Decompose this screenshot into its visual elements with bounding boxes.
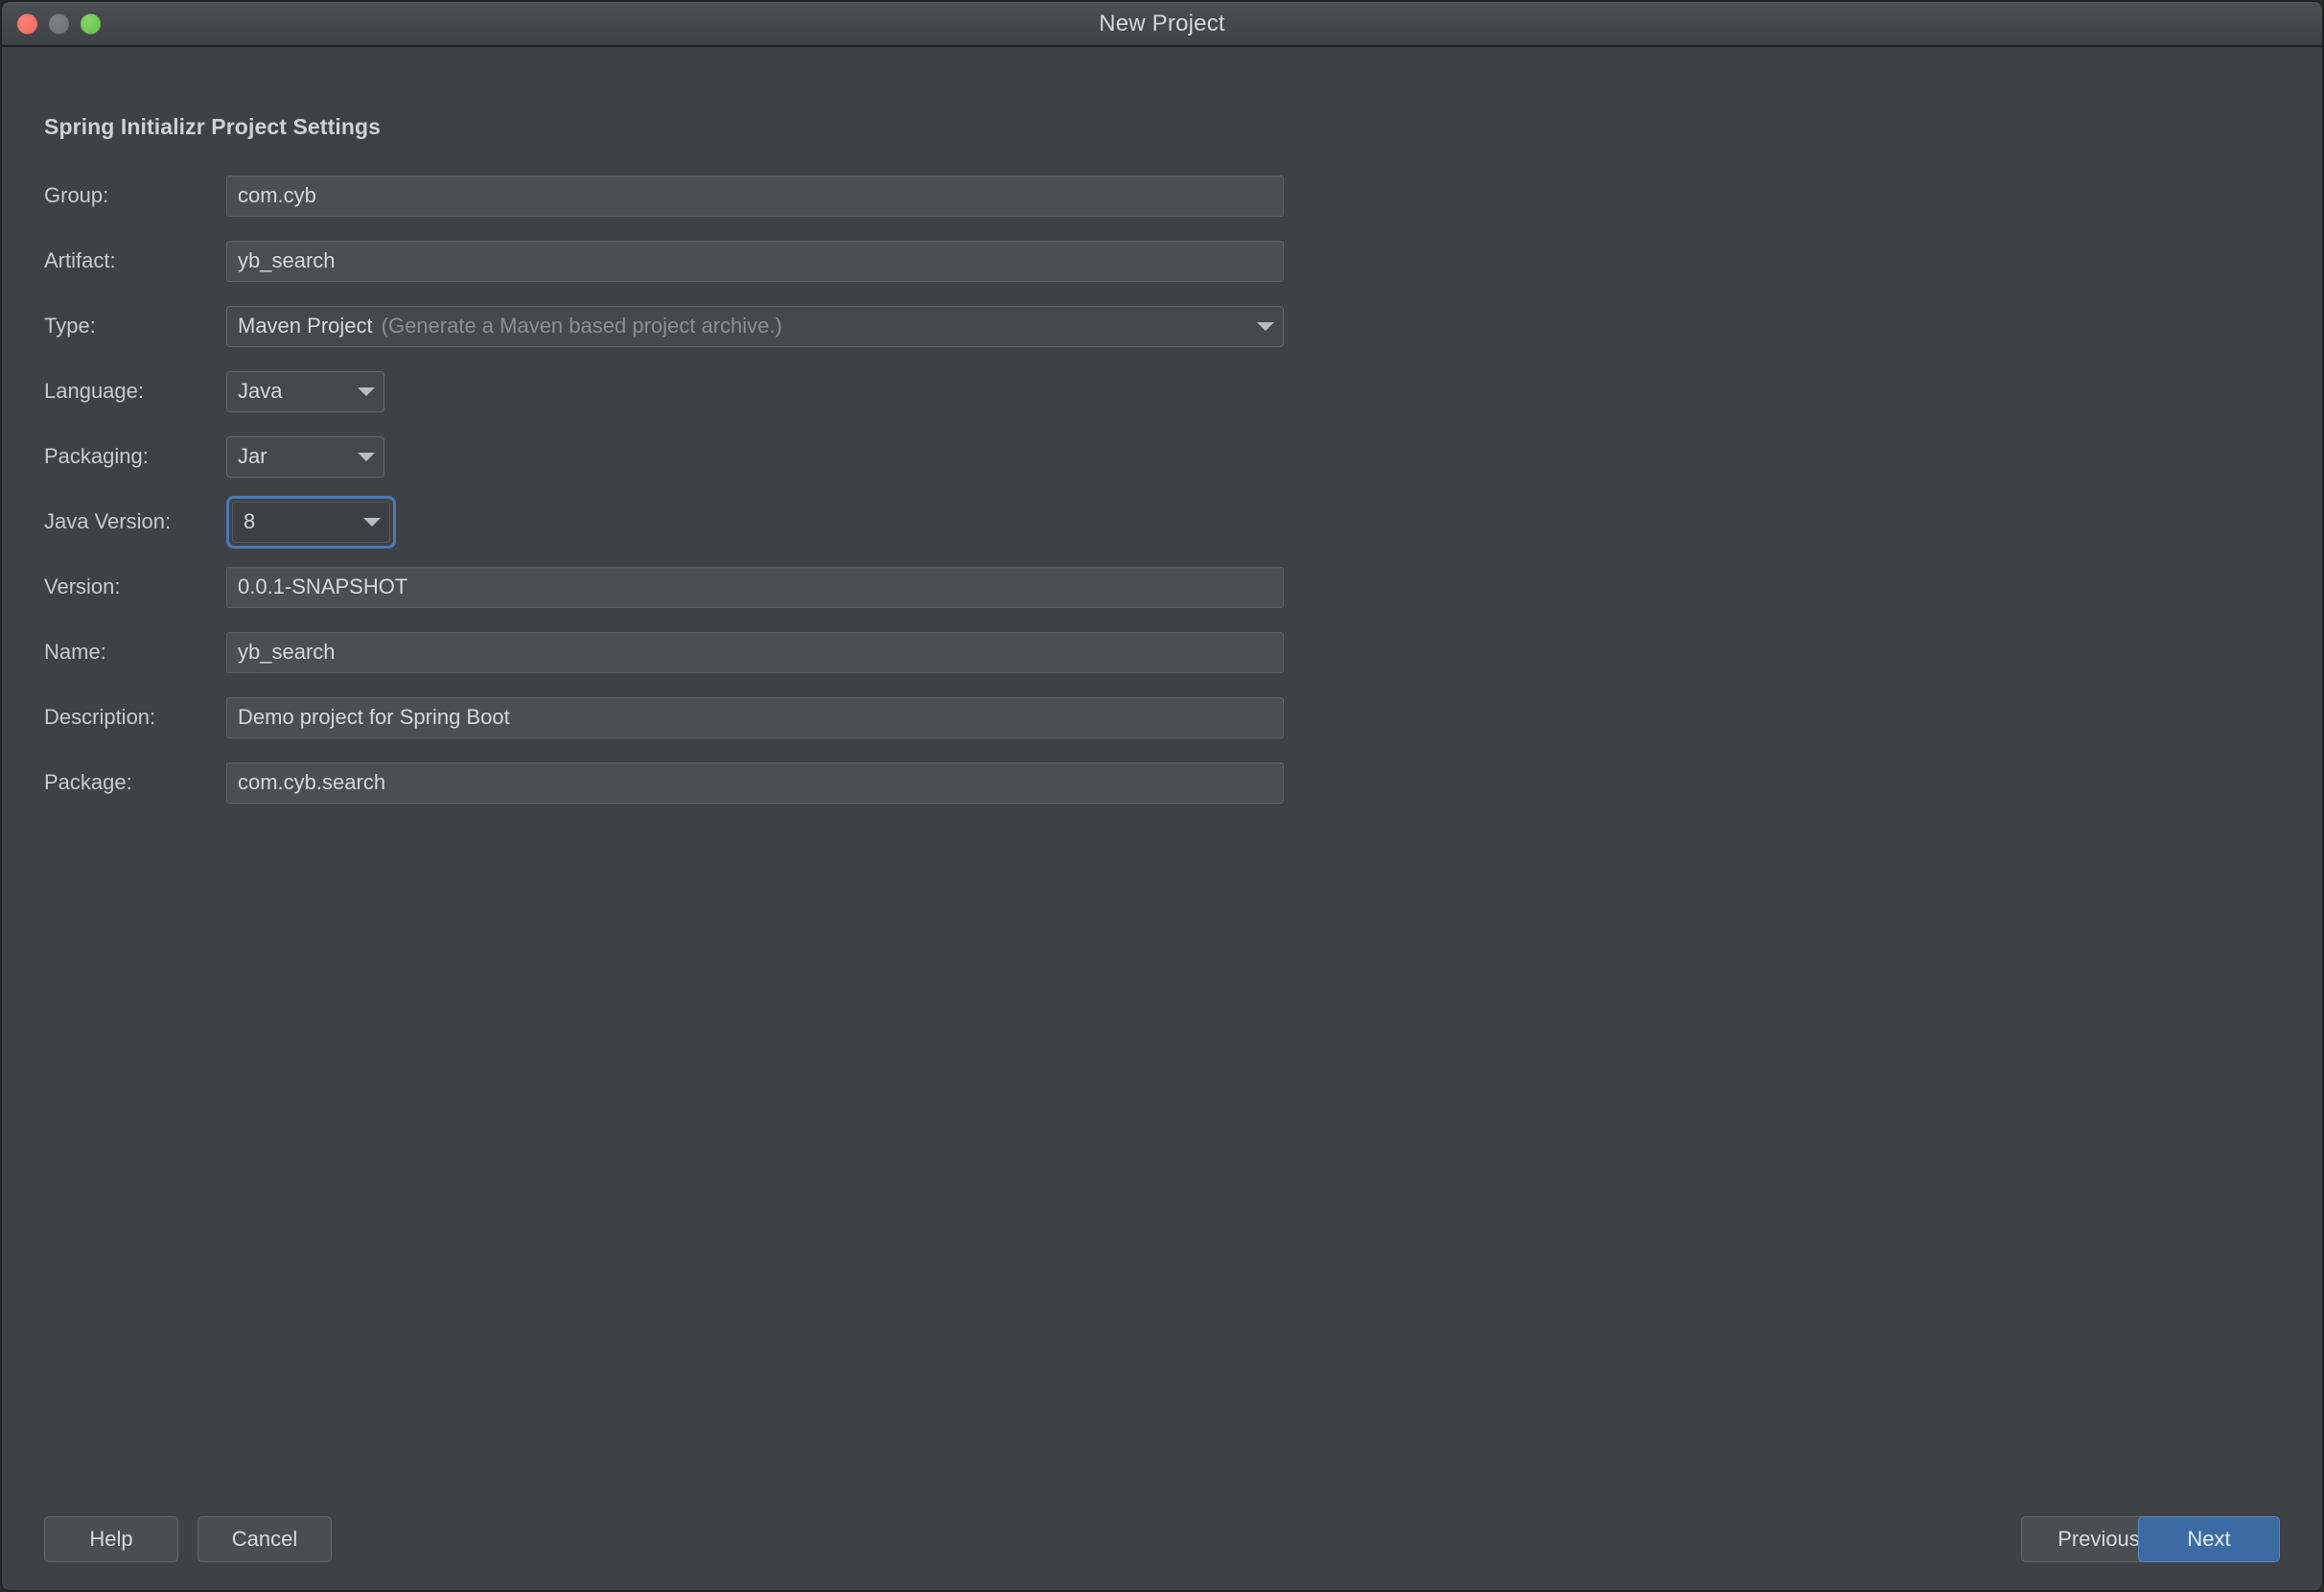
dialog-body: Spring Initializr Project Settings Group…	[2, 47, 2322, 1590]
project-settings-form: Group: com.cyb Artifact: yb_search Type:…	[44, 172, 1290, 824]
window-controls	[17, 13, 101, 34]
version-input[interactable]: 0.0.1-SNAPSHOT	[226, 566, 1284, 608]
artifact-value: yb_search	[238, 248, 336, 272]
dialog-footer: Help Cancel Previous Next	[2, 1489, 2322, 1590]
form-row-packaging: Packaging: Jar	[44, 433, 1290, 480]
type-hint: (Generate a Maven based project archive.…	[381, 314, 782, 338]
form-row-name: Name: yb_search	[44, 628, 1290, 676]
chevron-down-icon	[1257, 321, 1274, 331]
artifact-input[interactable]: yb_search	[226, 240, 1284, 282]
description-label: Description:	[44, 705, 156, 729]
form-row-version: Version: 0.0.1-SNAPSHOT	[44, 563, 1290, 611]
form-row-language: Language: Java	[44, 367, 1290, 415]
form-row-artifact: Artifact: yb_search	[44, 237, 1290, 285]
version-label: Version:	[44, 574, 121, 598]
description-value: Demo project for Spring Boot	[238, 705, 510, 729]
chevron-down-icon	[363, 517, 381, 527]
name-input[interactable]: yb_search	[226, 631, 1284, 673]
group-value: com.cyb	[238, 183, 316, 207]
next-button[interactable]: Next	[2138, 1516, 2280, 1562]
package-input[interactable]: com.cyb.search	[226, 761, 1284, 804]
language-select[interactable]: Java	[226, 370, 384, 412]
form-row-type: Type: Maven Project (Generate a Maven ba…	[44, 302, 1290, 350]
close-window-icon[interactable]	[17, 13, 37, 34]
chevron-down-icon	[358, 452, 375, 461]
form-row-description: Description: Demo project for Spring Boo…	[44, 693, 1290, 741]
name-value: yb_search	[238, 640, 336, 664]
group-input[interactable]: com.cyb	[226, 175, 1284, 217]
help-button[interactable]: Help	[44, 1516, 178, 1562]
package-label: Package:	[44, 770, 132, 794]
java-version-label: Java Version:	[44, 509, 172, 533]
artifact-label: Artifact:	[44, 248, 116, 272]
chevron-down-icon	[358, 386, 375, 396]
java-version-select[interactable]: 8	[232, 501, 390, 543]
form-row-package: Package: com.cyb.search	[44, 759, 1290, 807]
language-value: Java	[238, 379, 283, 403]
type-select[interactable]: Maven Project (Generate a Maven based pr…	[226, 305, 1284, 347]
minimize-window-icon[interactable]	[49, 13, 69, 34]
language-label: Language:	[44, 379, 144, 403]
description-input[interactable]: Demo project for Spring Boot	[226, 696, 1284, 738]
page-title: Spring Initializr Project Settings	[44, 114, 382, 139]
packaging-value: Jar	[238, 444, 267, 468]
type-value: Maven Project	[238, 314, 373, 338]
window-title: New Project	[1099, 10, 1225, 36]
window-titlebar: New Project	[2, 2, 2322, 47]
version-value: 0.0.1-SNAPSHOT	[238, 574, 408, 598]
group-label: Group:	[44, 183, 109, 207]
maximize-window-icon[interactable]	[81, 13, 101, 34]
packaging-select[interactable]: Jar	[226, 435, 384, 478]
type-label: Type:	[44, 314, 96, 338]
form-row-java-version: Java Version: 8	[44, 495, 1290, 549]
form-row-group: Group: com.cyb	[44, 172, 1290, 220]
packaging-label: Packaging:	[44, 444, 149, 468]
name-label: Name:	[44, 640, 106, 664]
package-value: com.cyb.search	[238, 770, 386, 794]
java-version-focus-ring: 8	[226, 495, 396, 549]
cancel-button[interactable]: Cancel	[198, 1516, 332, 1562]
new-project-dialog: New Project Spring Initializr Project Se…	[0, 0, 2324, 1592]
